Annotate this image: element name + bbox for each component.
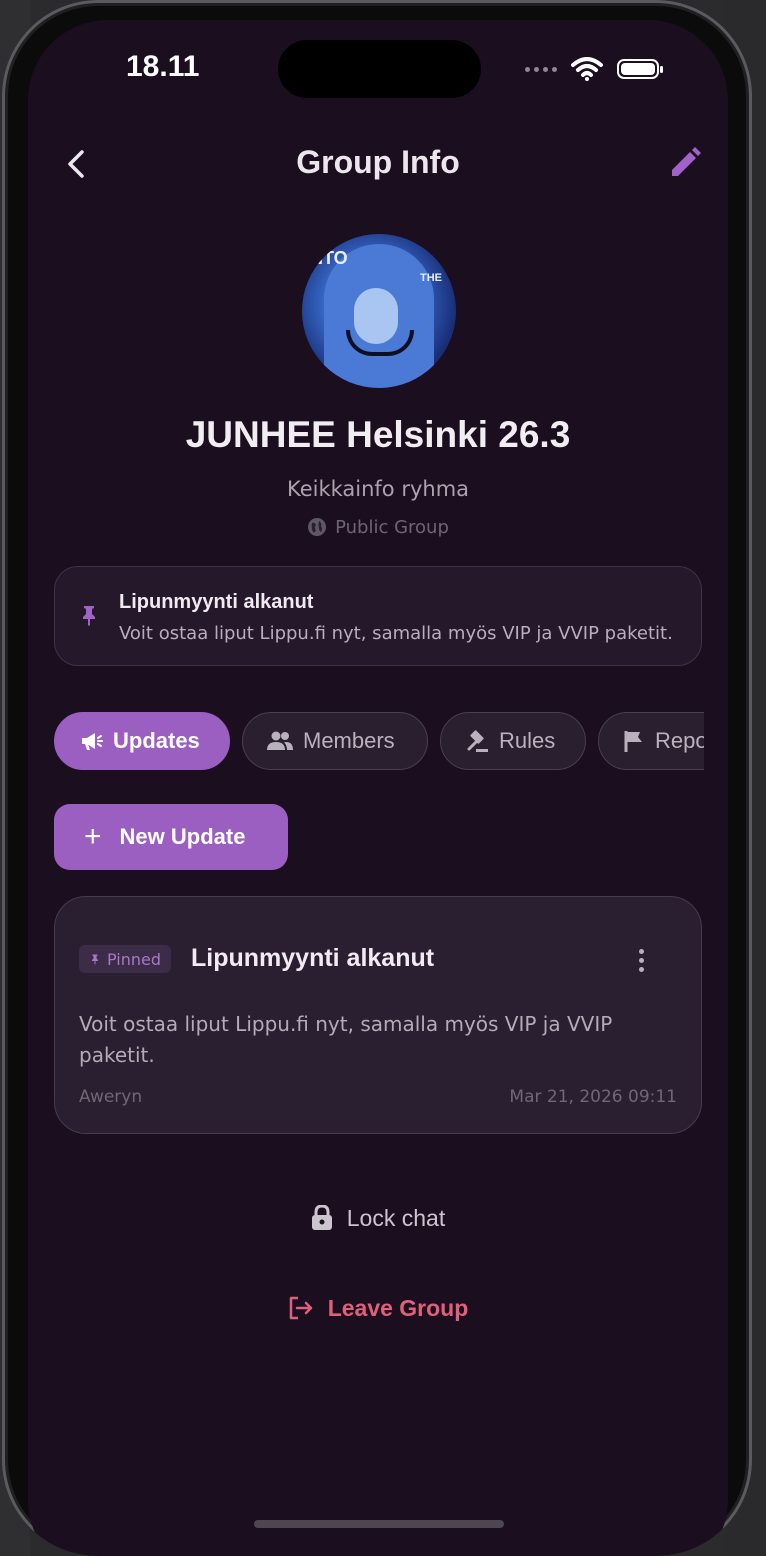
group-description: Keikkainfo ryhma (286, 477, 470, 501)
update-timestamp: Mar 21, 2026 09:11 (509, 1087, 677, 1107)
cellular-signal-icon (525, 66, 557, 72)
logout-icon (289, 1296, 312, 1320)
home-indicator (254, 1520, 504, 1528)
people-icon (267, 731, 293, 750)
tab-reports[interactable]: Repo (598, 712, 704, 770)
top-app-bar: Group Info (28, 138, 728, 192)
tab-label: Rules (499, 728, 556, 753)
leave-group-button[interactable]: Leave Group (28, 1288, 728, 1328)
update-author: Aweryn (79, 1087, 143, 1107)
tab-bar: Updates Members Rules Repo (54, 712, 704, 772)
wifi-icon (571, 57, 603, 81)
pencil-icon (672, 147, 701, 176)
phone-frame: 18.11 Group Info NTO THE JUNHEE Helsinki… (2, 0, 752, 1556)
pinned-message-banner[interactable]: Lipunmyynti alkanut Voit ostaa liput Lip… (54, 566, 702, 666)
globe-icon (308, 518, 327, 536)
flag-icon (624, 731, 642, 752)
status-indicators (525, 56, 663, 82)
badge-label: Pinned (107, 949, 162, 969)
app-screen: 18.11 Group Info NTO THE JUNHEE Helsinki… (28, 20, 728, 1556)
lock-chat-label: Lock chat (346, 1204, 446, 1231)
update-title: Lipunmyynti alkanut (191, 944, 435, 972)
pin-icon (92, 954, 98, 965)
update-body: Voit ostaa liput Lippu.fi nyt, samalla m… (79, 1012, 613, 1067)
battery-icon (617, 59, 663, 79)
more-options-icon[interactable] (629, 943, 653, 977)
dynamic-island (278, 40, 481, 98)
pinned-title: Lipunmyynti alkanut (119, 591, 314, 613)
gavel-icon (467, 730, 488, 752)
tab-members[interactable]: Members (242, 712, 428, 770)
group-visibility: Public Group (28, 515, 728, 539)
avatar-text: NTO (310, 248, 348, 268)
megaphone-icon (82, 733, 103, 750)
pin-icon (83, 606, 95, 626)
new-update-button[interactable]: + New Update (54, 804, 288, 870)
tab-updates[interactable]: Updates (54, 712, 230, 770)
tab-label: Repo (655, 728, 704, 753)
avatar-text: THE (420, 272, 442, 284)
update-card[interactable]: Pinned Lipunmyynti alkanut Voit ostaa li… (54, 896, 702, 1134)
group-name: JUNHEE Helsinki 26.3 (185, 414, 571, 455)
lock-icon (311, 1205, 332, 1230)
leave-group-label: Leave Group (327, 1294, 469, 1321)
page-title: Group Info (296, 144, 460, 180)
edit-group-button[interactable] (668, 146, 708, 186)
status-time: 18.11 (126, 50, 200, 83)
group-type-label: Public Group (335, 516, 449, 538)
plus-icon: + (84, 820, 102, 853)
tab-rules[interactable]: Rules (440, 712, 586, 770)
tab-label: Updates (113, 728, 200, 753)
lock-chat-button[interactable]: Lock chat (28, 1198, 728, 1238)
new-update-label: New Update (119, 824, 246, 849)
pinned-body: Voit ostaa liput Lippu.fi nyt, samalla m… (119, 623, 673, 644)
group-avatar[interactable]: NTO THE (302, 234, 456, 388)
pinned-badge: Pinned (79, 945, 172, 973)
tab-label: Members (303, 728, 395, 753)
